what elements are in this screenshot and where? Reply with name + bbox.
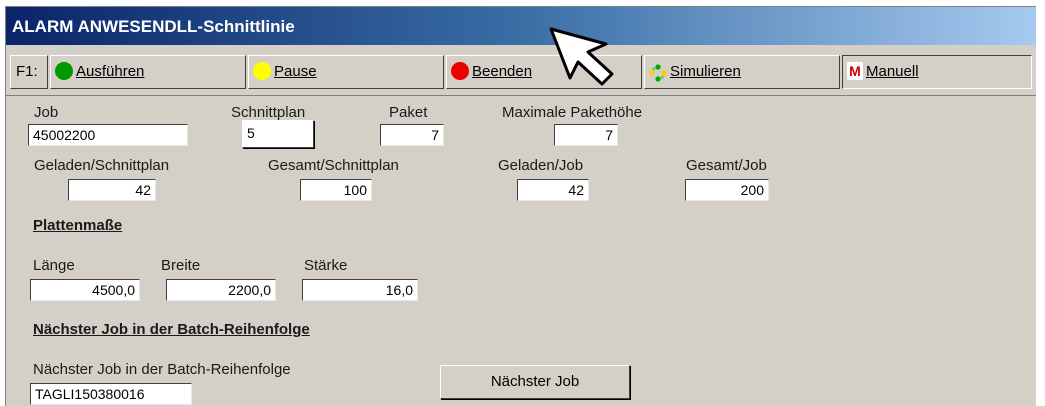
stop-button-label: Beenden: [472, 63, 533, 80]
paket-label: Paket: [389, 104, 428, 121]
gesamt-schnittplan-field[interactable]: 100: [300, 179, 372, 201]
job-field[interactable]: 45002200: [28, 124, 188, 146]
red-circle-icon: [451, 61, 469, 80]
job-label: Job: [34, 104, 59, 121]
laenge-field[interactable]: 4500,0: [30, 279, 140, 301]
geladen-schnittplan-field[interactable]: 42: [68, 179, 156, 201]
manual-button-label: Manuell: [866, 63, 919, 80]
pause-button[interactable]: Pause: [248, 55, 444, 89]
plattenmasse-heading: Plattenmaße: [33, 217, 123, 234]
paket-field[interactable]: 7: [380, 124, 444, 146]
next-job-button[interactable]: Nächster Job: [440, 365, 630, 399]
laenge-label: Länge: [33, 257, 75, 274]
gesamt-schnittplan-label: Gesamt/Schnittplan: [268, 157, 399, 174]
green-circle-icon: [55, 61, 73, 80]
schnittplan-label: Schnittplan: [231, 104, 306, 121]
geladen-schnittplan-label: Geladen/Schnittplan: [34, 157, 170, 174]
application-window: ALARM ANWESENDLL-Schnittlinie F1: Ausfüh…: [5, 6, 1036, 406]
run-button[interactable]: Ausführen: [50, 55, 246, 89]
manual-button[interactable]: M Manuell: [842, 55, 1032, 89]
max-paket-field[interactable]: 7: [554, 124, 618, 146]
title-bar[interactable]: ALARM ANWESENDLL-Schnittlinie: [6, 7, 1036, 45]
run-button-label: Ausführen: [76, 63, 145, 80]
gesamt-job-field[interactable]: 200: [685, 179, 769, 201]
schnittplan-field[interactable]: 5: [242, 120, 314, 148]
simulate-button-label: Simulieren: [670, 63, 741, 80]
yellow-circle-icon: [253, 61, 271, 80]
window-title: ALARM ANWESENDLL-Schnittlinie: [12, 17, 295, 36]
breite-label: Breite: [161, 257, 201, 274]
geladen-job-field[interactable]: 42: [517, 179, 589, 201]
staerke-field[interactable]: 16,0: [302, 279, 418, 301]
simulate-icon: [649, 62, 667, 82]
f1-label: F1:: [10, 55, 48, 89]
simulate-button[interactable]: Simulieren: [644, 55, 840, 89]
gesamt-job-label: Gesamt/Job: [686, 157, 767, 174]
batch-field-label: Nächster Job in der Batch-Reihenfolge: [33, 361, 291, 378]
next-job-field[interactable]: TAGLI150380016: [30, 383, 192, 405]
pause-button-label: Pause: [274, 63, 317, 80]
toolbar: F1: Ausführen Pause Beenden Simulieren M…: [6, 47, 1036, 96]
staerke-label: Stärke: [304, 257, 348, 274]
breite-field[interactable]: 2200,0: [166, 279, 276, 301]
mouse-cursor-icon: [549, 27, 614, 86]
batch-heading: Nächster Job in der Batch-Reihenfolge: [33, 321, 310, 338]
max-paket-label: Maximale Pakethöhe: [502, 104, 643, 121]
geladen-job-label: Geladen/Job: [498, 157, 584, 174]
manual-m-icon: M: [847, 61, 863, 80]
